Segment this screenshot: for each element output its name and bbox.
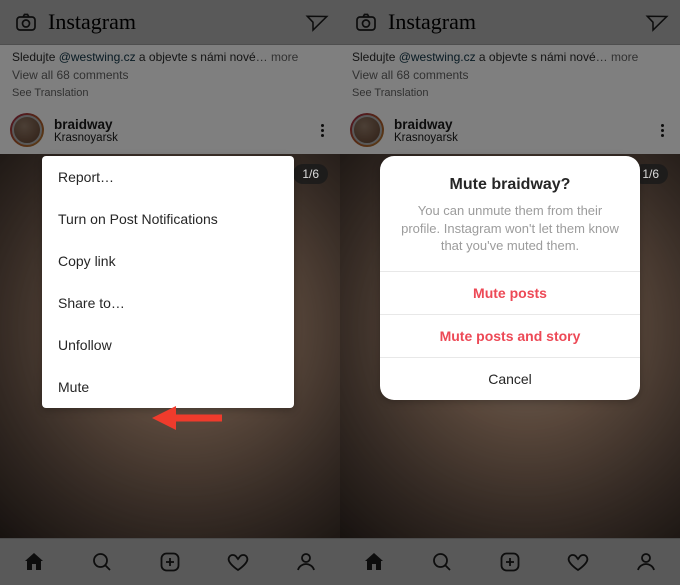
menu-share-to[interactable]: Share to… (42, 282, 294, 324)
phone-right: Instagram Sledujte @westwing.cz a objevt… (340, 0, 680, 585)
mute-dialog: Mute braidway? You can unmute them from … (380, 156, 640, 400)
mute-posts-button[interactable]: Mute posts (380, 271, 640, 314)
post-options-menu: Report… Turn on Post Notifications Copy … (42, 156, 294, 408)
dialog-title: Mute braidway? (400, 176, 620, 194)
cancel-button[interactable]: Cancel (380, 357, 640, 400)
dialog-body: You can unmute them from their profile. … (400, 202, 620, 255)
phone-left: Instagram Sledujte @westwing.cz a objevt… (0, 0, 340, 585)
menu-unfollow[interactable]: Unfollow (42, 324, 294, 366)
mute-posts-story-button[interactable]: Mute posts and story (380, 314, 640, 357)
menu-copy-link[interactable]: Copy link (42, 240, 294, 282)
menu-notifications[interactable]: Turn on Post Notifications (42, 198, 294, 240)
annotation-arrow-icon (150, 400, 228, 436)
menu-report[interactable]: Report… (42, 156, 294, 198)
carousel-counter: 1/6 (293, 164, 328, 184)
